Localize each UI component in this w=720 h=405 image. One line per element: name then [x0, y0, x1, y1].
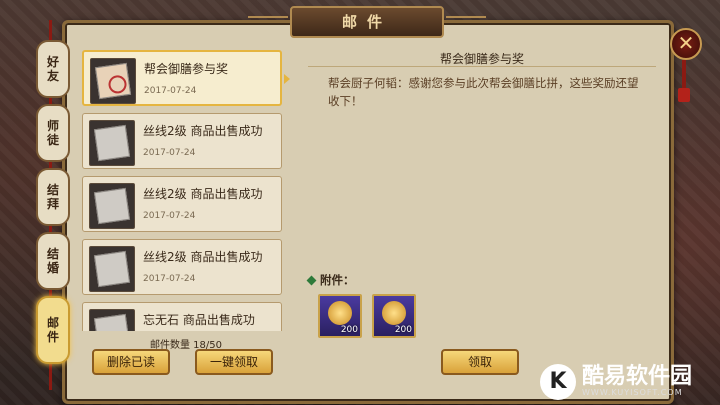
mail-envelope-icon — [89, 246, 135, 292]
tab-friends[interactable]: 好友 — [36, 40, 70, 98]
detail-body: 帮会厨子何韬：感谢您参与此次帮会御膳比拼，这些奖励还望收下！ — [328, 76, 639, 108]
close-button[interactable]: ✕ — [670, 28, 702, 60]
mail-date: 2017-07-24 — [143, 274, 196, 284]
detail-title: 帮会御膳参与奖 — [439, 52, 524, 66]
mail-envelope-icon — [89, 120, 135, 166]
mail-list[interactable]: 帮会御膳参与奖 2017-07-24 丝线2级 商品出售成功 2017-07-2… — [82, 50, 285, 331]
watermark-name: 酷易软件园 — [582, 364, 693, 389]
gold-scroll-icon — [328, 301, 352, 325]
watermark-logo: K — [540, 363, 576, 400]
attachment-label-text: 附件： — [320, 273, 355, 287]
tab-label: 结婚 — [46, 247, 59, 275]
tab-label: 师徒 — [46, 119, 59, 147]
mail-date: 2017-07-24 — [143, 148, 196, 158]
mail-date: 2017-07-24 — [143, 211, 196, 221]
delete-read-button[interactable]: 删除已读 — [92, 349, 170, 375]
mail-item[interactable]: 丝线2级 商品出售成功 2017-07-24 — [82, 239, 282, 295]
claim-all-button[interactable]: 一键领取 — [195, 349, 273, 375]
tab-master-apprentice[interactable]: 师徒 — [36, 104, 70, 162]
mail-subject: 丝线2级 商品出售成功 — [143, 124, 263, 138]
tab-label: 结拜 — [46, 183, 59, 211]
tab-sworn-brothers[interactable]: 结拜 — [36, 168, 70, 226]
tab-marriage[interactable]: 结婚 — [36, 232, 70, 290]
gold-ingot-icon — [382, 301, 406, 325]
mail-item[interactable]: 丝线2级 商品出售成功 2017-07-24 — [82, 176, 282, 232]
mail-envelope-icon — [90, 58, 136, 104]
diamond-icon — [306, 275, 317, 286]
item-quantity: 200 — [394, 325, 412, 335]
mail-subject: 丝线2级 商品出售成功 — [143, 250, 263, 264]
mail-date: 2017-07-24 — [144, 86, 197, 96]
mail-envelope-icon — [89, 309, 135, 331]
mail-item[interactable]: 丝线2级 商品出售成功 2017-07-24 — [82, 113, 282, 169]
mail-detail: 帮会御膳参与奖 帮会厨子何韬：感谢您参与此次帮会御膳比拼，这些奖励还望收下！ 附… — [298, 42, 666, 392]
selection-arrow-icon — [284, 74, 290, 84]
attachment-label: 附件： — [306, 272, 355, 288]
mail-subject: 忘无石 商品出售成功 — [143, 313, 255, 327]
mail-item[interactable]: 忘无石 商品出售成功 — [82, 302, 282, 331]
tab-mail[interactable]: 邮件 — [36, 296, 70, 364]
mail-envelope-icon — [89, 183, 135, 229]
mail-item[interactable]: 帮会御膳参与奖 2017-07-24 — [82, 50, 282, 106]
tab-label: 好友 — [46, 55, 59, 83]
mail-subject: 帮会御膳参与奖 — [144, 62, 229, 76]
attachment-item[interactable]: 200 — [372, 294, 416, 338]
item-quantity: 200 — [340, 325, 358, 335]
tab-label: 邮件 — [46, 316, 59, 344]
window-title: 邮件 — [248, 6, 486, 38]
tassel-decoration — [678, 60, 690, 102]
attachment-item[interactable]: 200 — [318, 294, 362, 338]
watermark-url: WWW.KUYISOFT.COM — [582, 388, 683, 397]
divider — [308, 66, 656, 67]
mail-subject: 丝线2级 商品出售成功 — [143, 187, 263, 201]
watermark: K 酷易软件园 WWW.KUYISOFT.COM — [540, 358, 720, 405]
claim-button[interactable]: 领取 — [441, 349, 519, 375]
